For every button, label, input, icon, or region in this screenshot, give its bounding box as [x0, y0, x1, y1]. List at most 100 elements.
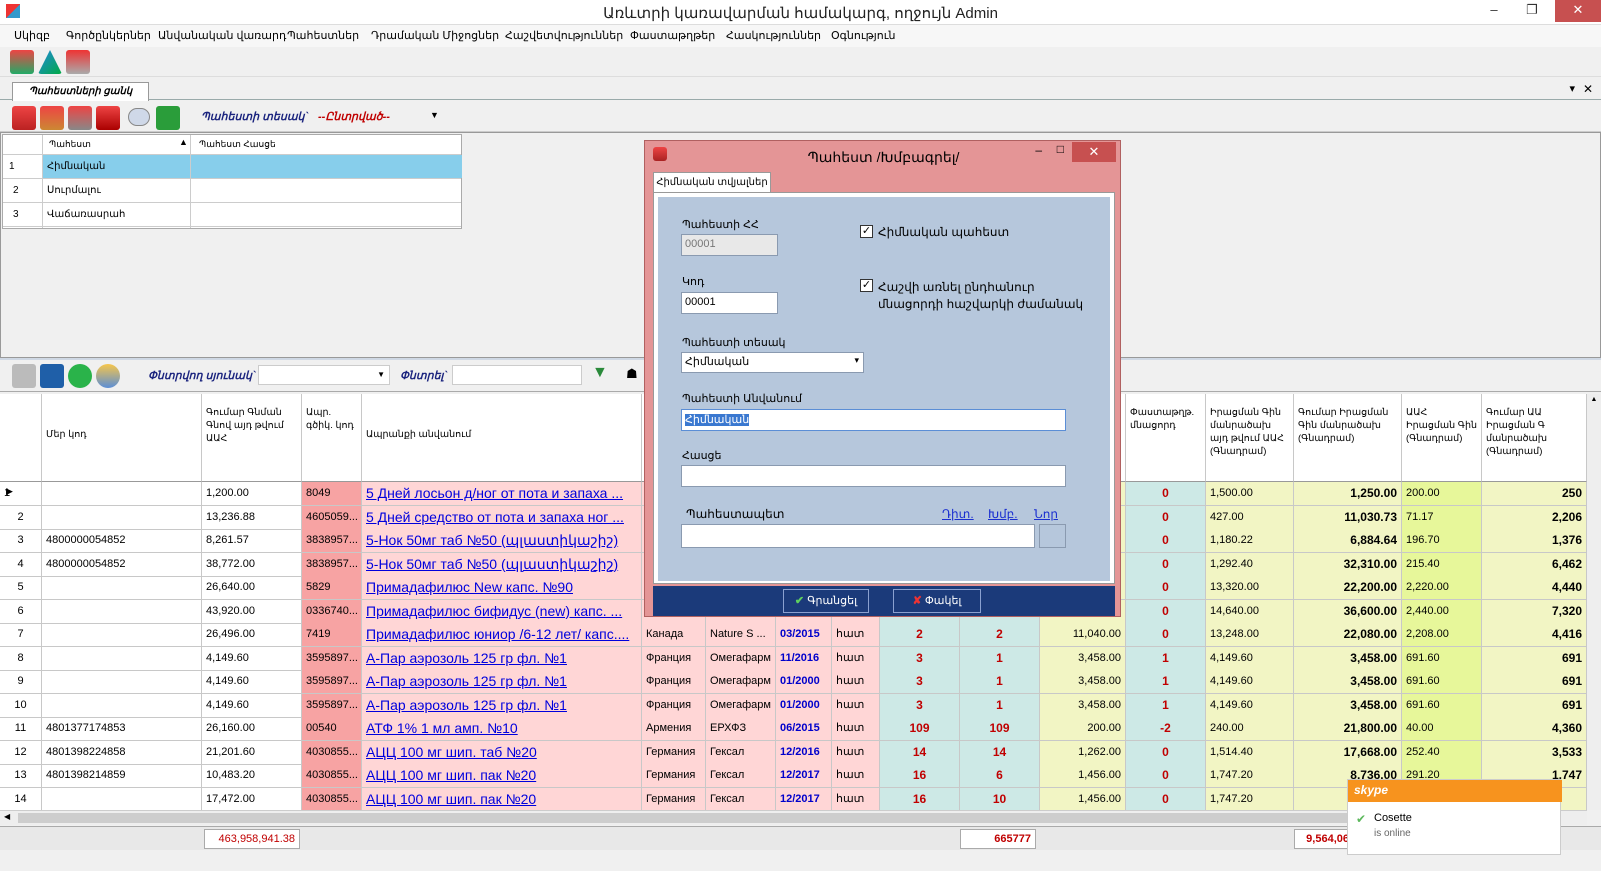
hierarchy-icon[interactable]: ☗ [626, 366, 638, 382]
column-header[interactable]: Պահեստ Հասցե [199, 139, 276, 150]
warehouse-icon[interactable] [10, 50, 34, 74]
maximize-button[interactable]: ❐ [1517, 0, 1547, 22]
add-warehouse-icon[interactable] [12, 106, 36, 130]
product-name-cell[interactable]: 5 Дней средство от пота и запаха ног ... [362, 505, 642, 530]
product-name-cell[interactable]: 5-Нок 50мг таб №50 (պլաստիկաշիշ) [362, 552, 642, 577]
keeper-picker-button[interactable] [1039, 524, 1066, 548]
product-name-cell[interactable]: А-Пар аэрозоль 125 гр фл. №1 [362, 646, 642, 671]
product-name-cell[interactable]: Примадафилюс юниор /6-12 лет/ капс.... [362, 623, 642, 647]
our-code-cell: 4800000054852 [42, 529, 202, 553]
table-row[interactable]: 1 Հիմնական [3, 155, 462, 179]
menu-cash[interactable]: Դրամական Միջոցներ [371, 29, 499, 42]
skype-notification[interactable]: skype ✔ Cosette is online [1347, 779, 1562, 855]
column-header[interactable]: ԱԱՀ Իրացման Գին (Գնադրամ) [1402, 394, 1482, 482]
menu-warehouses[interactable]: Պահեստներ [287, 29, 359, 42]
menu-start[interactable]: Սկիզբ [14, 29, 50, 42]
product-name-cell[interactable]: Примадафилюс New капс. №90 [362, 576, 642, 600]
menu-partners[interactable]: Գործընկերներ [66, 29, 151, 42]
menu-documents[interactable]: Փաստաթղթեր [630, 29, 715, 42]
dialog-maximize-button[interactable]: □ [1057, 142, 1064, 156]
pyramid-icon[interactable] [38, 50, 62, 74]
users-icon[interactable] [96, 364, 120, 388]
menu-properties[interactable]: Հասկություններ [726, 29, 821, 42]
product-name-cell[interactable]: А-Пар аэрозоль 125 гр фл. №1 [362, 670, 642, 694]
product-link[interactable]: Примадафилюс юниор /6-12 лет/ капс.... [366, 626, 629, 642]
warehouse-name-field[interactable]: Հիմնական [681, 409, 1066, 431]
store-icon[interactable] [66, 50, 90, 74]
product-name-cell[interactable]: АЦЦ 100 мг шип. пак №20 [362, 787, 642, 812]
save-button[interactable]: ✔ Գրանցել [783, 589, 869, 613]
menu-nomenclature[interactable]: Անվանական վառարդ [158, 29, 286, 42]
product-name-cell[interactable]: 5 Дней лосьон д/ног от пота и запаха ... [362, 482, 642, 506]
warehouse-keeper-field[interactable] [681, 524, 1035, 548]
edit-keeper-link[interactable]: Խմբ. [988, 507, 1018, 521]
column-header[interactable]: Մեր կոդ [42, 394, 202, 482]
copy-warehouse-icon[interactable] [68, 106, 92, 130]
column-header[interactable]: Փաստաթղթ. մնացորդ [1126, 394, 1206, 482]
column-header[interactable]: Գումար Իրացման Գին մանրածախ (Գնադրամ) [1294, 394, 1402, 482]
delete-warehouse-icon[interactable] [96, 106, 120, 130]
column-header[interactable]: Պահեստ [49, 139, 91, 150]
column-header[interactable]: Իրացման Գին մանրածախ այդ թվում ԱԱՀ (Գնադ… [1206, 394, 1294, 482]
product-name-cell[interactable]: АЦЦ 100 мг шип. пак №20 [362, 764, 642, 788]
product-name-cell[interactable]: А-Пар аэрозоль 125 гр фл. №1 [362, 693, 642, 718]
code-field[interactable]: 00001 [681, 292, 778, 314]
product-link[interactable]: Примадафилюс New капс. №90 [366, 579, 573, 595]
close-dialog-button[interactable]: ✘ Փակել [893, 589, 981, 613]
warehouse-type-select[interactable]: Հիմնական ▾ [681, 352, 864, 373]
product-name-cell[interactable]: АТФ 1% 1 мл амп. №10 [362, 717, 642, 741]
chevron-down-icon[interactable]: ▼ [430, 110, 439, 120]
column-header[interactable]: Գումար ԱԱ Իրացման Գ մանրածախ (Գնադրամ) [1482, 394, 1587, 482]
scroll-thumb[interactable] [18, 813, 1538, 823]
tab-warehouse-list[interactable]: Պահեստների ցանկ [12, 82, 149, 101]
product-link[interactable]: 5 Дней средство от пота и запаха ног ... [366, 509, 624, 525]
preview-icon[interactable] [128, 108, 150, 126]
product-name-cell[interactable]: АЦЦ 100 мг шип. таб №20 [362, 740, 642, 765]
product-link[interactable]: А-Пар аэрозоль 125 гр фл. №1 [366, 673, 567, 689]
filter-icon[interactable]: ▼ [592, 364, 608, 382]
excel-export-icon[interactable] [156, 106, 180, 130]
consider-balance-checkbox[interactable]: ✓ [860, 279, 873, 292]
play-icon[interactable] [68, 364, 92, 388]
product-name-cell[interactable]: 5-Нок 50мг таб №50 (պլաստիկաշիշ) [362, 529, 642, 553]
product-link[interactable]: 5-Нок 50мг таб №50 (պլաստիկաշիշ) [366, 556, 618, 572]
product-link[interactable]: Примадафилюс бифидус (new) капс. ... [366, 603, 622, 619]
product-link[interactable]: АЦЦ 100 мг шип. таб №20 [366, 744, 537, 760]
menu-help[interactable]: Օգնություն [831, 29, 895, 42]
table-row[interactable]: 2 Սուրմալու [3, 179, 461, 203]
edit-warehouse-icon[interactable] [40, 106, 64, 130]
product-link[interactable]: АЦЦ 100 мг шип. пак №20 [366, 767, 536, 783]
search-column-select[interactable]: ▼ [258, 365, 390, 385]
scroll-up-icon[interactable]: ▲ [1589, 396, 1599, 406]
minimize-button[interactable]: – [1479, 0, 1509, 22]
search-input[interactable] [452, 365, 582, 385]
dialog-minimize-button[interactable]: – [1035, 143, 1042, 157]
column-header[interactable]: Գումար Գնման Գնով այդ թվում ԱԱՀ [202, 394, 302, 482]
refresh-icon[interactable] [40, 364, 64, 388]
column-header[interactable]: Ապր. գծիկ. կոդ [302, 394, 362, 482]
column-header[interactable]: Ապրանքի անվանում [362, 394, 642, 482]
dialog-close-button[interactable]: ✕ [1072, 142, 1116, 162]
vertical-scrollbar[interactable]: ▲ [1587, 394, 1601, 810]
product-name-cell[interactable]: Примадафилюс бифидус (new) капс. ... [362, 599, 642, 624]
product-link[interactable]: АТФ 1% 1 мл амп. №10 [366, 720, 518, 736]
scroll-left-icon[interactable]: ◀ [4, 812, 10, 821]
close-button[interactable]: ✕ [1555, 0, 1601, 22]
column-header[interactable] [0, 394, 42, 482]
product-link[interactable]: АЦЦ 100 мг шип. пак №20 [366, 791, 536, 807]
mail-icon[interactable] [12, 364, 36, 388]
view-keeper-link[interactable]: Դիտ. [942, 507, 974, 521]
address-field[interactable] [681, 465, 1066, 487]
product-link[interactable]: 5-Нок 50мг таб №50 (պլաստիկաշիշ) [366, 532, 618, 548]
product-link[interactable]: А-Пар аэрозоль 125 гр фл. №1 [366, 650, 567, 666]
product-link[interactable]: А-Пар аэрозоль 125 гр фл. №1 [366, 697, 567, 713]
table-row[interactable]: 3 Վաճառասրահ [3, 203, 461, 227]
new-keeper-link[interactable]: Նոր [1034, 507, 1058, 521]
product-link[interactable]: 5 Дней лосьон д/ног от пота и запаха ... [366, 485, 623, 501]
tab-main-data[interactable]: Հիմնական տվյալներ [653, 172, 771, 193]
warehouse-type-select[interactable]: --Ընտրված-- [318, 110, 390, 123]
main-warehouse-checkbox[interactable]: ✓ [860, 225, 873, 238]
tab-close-icon[interactable]: ✕ [1583, 82, 1593, 96]
menu-reports[interactable]: Հաշվետվություններ [505, 29, 623, 42]
tab-menu-icon[interactable]: ▾ [1569, 82, 1575, 95]
